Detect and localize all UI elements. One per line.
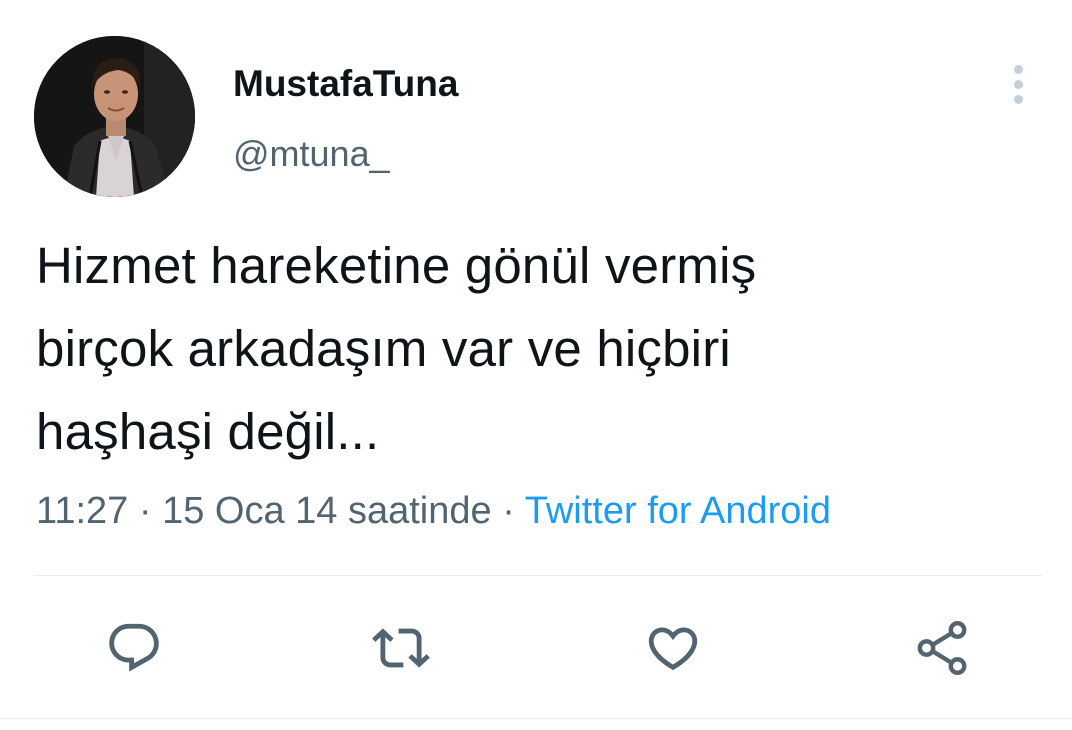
action-bar (0, 612, 1072, 684)
tweet-text-line: Hizmet hareketine gönül vermiş (36, 237, 757, 294)
user-handle[interactable]: @mtuna_ (233, 133, 390, 175)
share-button[interactable] (906, 612, 978, 684)
reply-button[interactable] (98, 612, 170, 684)
more-options-button[interactable] (998, 58, 1038, 110)
tweet-text-line: birçok arkadaşım var ve hiçbiri (36, 320, 731, 377)
divider (34, 575, 1042, 576)
tweet-text-line: haşhaşi değil... (36, 403, 380, 460)
heart-icon (648, 627, 698, 671)
bottom-divider (0, 718, 1072, 719)
meta-separator: · (128, 490, 163, 532)
tweet-text: Hizmet hareketine gönül vermiş birçok ar… (36, 224, 1016, 473)
tweet-card: MustafaTuna @mtuna_ Hizmet hareketine gö… (0, 0, 1072, 730)
avatar[interactable] (34, 36, 195, 197)
tweet-meta: 11:27 · 15 Oca 14 saatinde · Twitter for… (36, 490, 831, 533)
retweet-button[interactable] (365, 612, 437, 684)
tweet-date[interactable]: 15 Oca 14 saatinde (162, 490, 492, 532)
meta-separator: · (491, 490, 525, 532)
profile-photo-icon (34, 36, 195, 197)
like-button[interactable] (637, 612, 709, 684)
tweet-source-link[interactable]: Twitter for Android (525, 490, 831, 532)
more-dots-icon (1013, 64, 1023, 74)
share-icon (917, 621, 967, 675)
retweet-icon (372, 628, 430, 668)
reply-icon (109, 623, 159, 672)
tweet-time[interactable]: 11:27 (36, 490, 128, 532)
display-name[interactable]: MustafaTuna (233, 63, 458, 105)
